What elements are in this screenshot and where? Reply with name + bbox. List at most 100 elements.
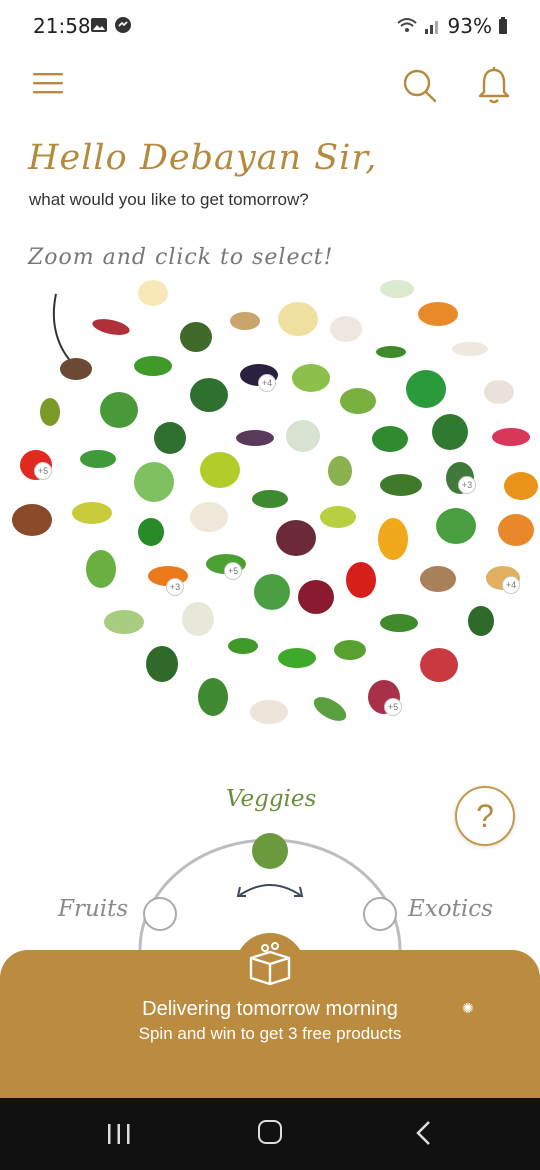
raw-banana[interactable] <box>252 490 288 508</box>
count-badge: +4 <box>258 374 276 392</box>
count-badge: +5 <box>34 462 52 480</box>
radish-pieces[interactable] <box>190 502 228 532</box>
cabbage-half[interactable] <box>286 420 320 452</box>
delivery-subtitle: Spin and win to get 3 free products <box>138 1024 402 1043</box>
radish[interactable] <box>452 342 488 356</box>
home-icon[interactable] <box>258 1120 282 1144</box>
green-peas[interactable] <box>134 356 172 376</box>
greeting-subtitle: what would you like to get tomorrow? <box>29 190 309 209</box>
produce-item[interactable] <box>138 280 168 306</box>
count-badge: +3 <box>458 476 476 494</box>
box-icon <box>249 942 291 986</box>
sparkle-icon: ✺ <box>462 1000 474 1016</box>
red-amaranth[interactable] <box>276 520 316 556</box>
pumpkin-slice[interactable] <box>504 472 538 500</box>
count-badge: +3 <box>166 578 184 596</box>
status-right: 93% <box>396 14 508 38</box>
green-chilli-flat[interactable] <box>80 450 116 468</box>
bottle-gourd-pieces[interactable] <box>104 610 144 634</box>
lime-bunch[interactable] <box>320 506 356 528</box>
pumpkin[interactable] <box>498 514 534 546</box>
menu-icon[interactable] <box>32 70 64 96</box>
produce-item[interactable] <box>180 322 212 352</box>
beetroot-greens[interactable] <box>254 574 290 610</box>
battery-icon <box>499 17 507 34</box>
category-veggies[interactable]: Veggies <box>226 786 316 812</box>
bottle-gourd[interactable] <box>292 364 330 392</box>
veggies-selector[interactable] <box>252 833 288 869</box>
green-chillies[interactable] <box>278 648 316 668</box>
garlic[interactable] <box>278 302 318 336</box>
spring-onion[interactable]: +3 <box>446 462 476 494</box>
status-time: 21:58 <box>33 14 91 38</box>
produce-item[interactable] <box>380 280 414 298</box>
broccoli-small[interactable] <box>154 422 186 454</box>
recent-apps-icon[interactable] <box>106 1122 132 1146</box>
cucumber[interactable] <box>380 614 418 632</box>
zucchini[interactable] <box>468 606 494 636</box>
category-fruits[interactable]: Fruits <box>58 896 128 922</box>
ivy-gourd[interactable] <box>334 640 366 660</box>
red-onion[interactable]: +5 <box>368 680 402 716</box>
amla[interactable] <box>328 456 352 486</box>
ginger-root[interactable] <box>60 358 92 380</box>
long-eggplant[interactable] <box>236 430 274 446</box>
status-notification-icons <box>90 16 132 34</box>
exotics-selector[interactable] <box>363 897 397 931</box>
count-badge: +4 <box>502 576 520 594</box>
banana[interactable] <box>200 452 240 488</box>
count-badge: +5 <box>384 698 402 716</box>
back-icon[interactable] <box>414 1120 432 1146</box>
capsicum-green[interactable] <box>138 518 164 546</box>
bell-icon[interactable] <box>476 66 512 106</box>
search-icon[interactable] <box>402 68 438 104</box>
onion-tomato[interactable] <box>420 648 458 682</box>
spinach-round[interactable] <box>406 370 446 408</box>
sweet-potato[interactable] <box>90 316 132 338</box>
jaggery[interactable] <box>12 504 52 536</box>
battery-percent: 93% <box>447 14 492 38</box>
jackfruit[interactable] <box>40 398 60 426</box>
zoom-hint: Zoom and click to select! <box>28 245 334 270</box>
top-bar <box>0 60 540 110</box>
fruits-selector[interactable] <box>143 897 177 931</box>
messenger-icon <box>115 17 131 33</box>
mushrooms[interactable] <box>250 700 288 724</box>
potato[interactable]: +4 <box>486 566 520 594</box>
kohlrabi[interactable] <box>100 392 138 428</box>
lemons[interactable] <box>72 502 112 524</box>
gallery-icon <box>91 18 107 32</box>
produce-cloud: +4 +5 +3 +3 +5 +4 +5 <box>0 280 540 740</box>
beetroot[interactable] <box>298 580 334 614</box>
capsicum-yellow[interactable] <box>378 518 408 560</box>
status-bar: 21:58 93% <box>0 0 540 52</box>
garlic-bulb[interactable] <box>330 316 362 342</box>
cabbage[interactable] <box>134 462 174 502</box>
carrot[interactable]: +3 <box>148 566 188 596</box>
lettuce-leaf[interactable] <box>86 550 116 588</box>
turmeric[interactable] <box>418 302 458 326</box>
cucumber-pieces[interactable] <box>380 474 422 496</box>
beans-small[interactable] <box>228 638 258 654</box>
broccoli[interactable] <box>190 378 228 412</box>
spring-onion-stalk[interactable] <box>309 692 351 726</box>
capsicum-red[interactable] <box>346 562 376 598</box>
drumstick[interactable] <box>340 388 376 414</box>
fenugreek[interactable] <box>146 646 178 682</box>
coriander[interactable] <box>372 426 408 452</box>
ginger[interactable] <box>230 312 260 330</box>
french-beans[interactable]: +5 <box>206 554 246 580</box>
red-radish[interactable] <box>492 428 530 446</box>
tomato[interactable]: +5 <box>20 450 52 480</box>
coriander-bunch[interactable] <box>198 678 228 716</box>
cauliflower[interactable] <box>182 602 214 636</box>
moringa[interactable] <box>376 346 406 358</box>
system-nav-bar <box>0 1098 540 1170</box>
mushroom-brown[interactable] <box>420 566 456 592</box>
spin-arrow-icon <box>239 884 301 896</box>
eggplant[interactable]: +4 <box>240 364 278 392</box>
category-exotics[interactable]: Exotics <box>408 896 493 922</box>
leafy-greens[interactable] <box>432 414 468 450</box>
white-radish[interactable] <box>484 380 514 404</box>
lettuce[interactable] <box>436 508 476 544</box>
